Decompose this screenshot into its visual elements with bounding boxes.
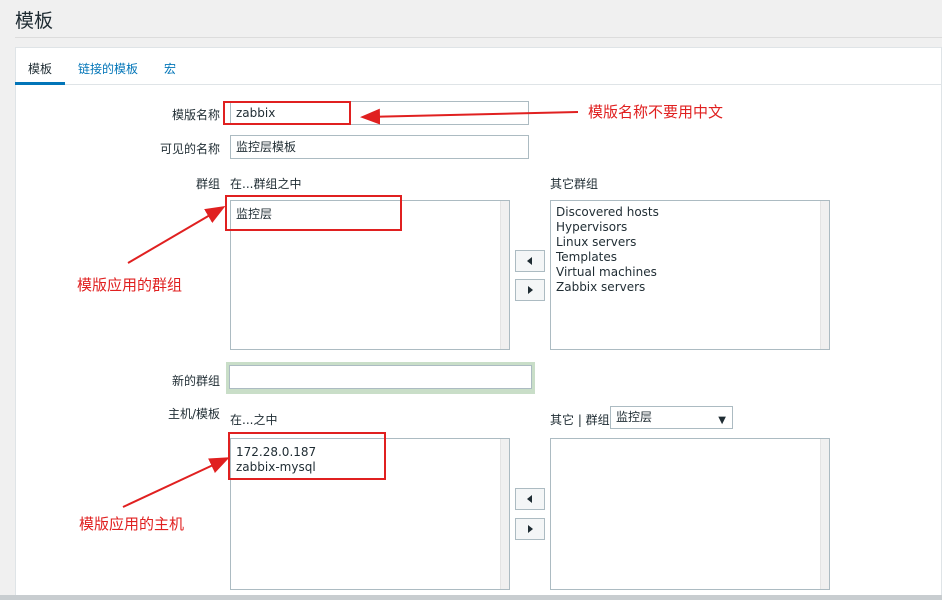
arrow-to-template-name: [360, 108, 579, 125]
annotation-host-note: 模版应用的主机: [79, 515, 185, 533]
annotation-name-note: 模版名称不要用中文: [588, 103, 724, 121]
arrow-to-groups: [127, 205, 226, 264]
annotation-group-note: 模版应用的群组: [77, 276, 183, 294]
bottom-scrollbar[interactable]: [0, 595, 942, 600]
annotation-arrows: [122, 108, 579, 508]
arrow-to-hosts: [122, 457, 230, 508]
